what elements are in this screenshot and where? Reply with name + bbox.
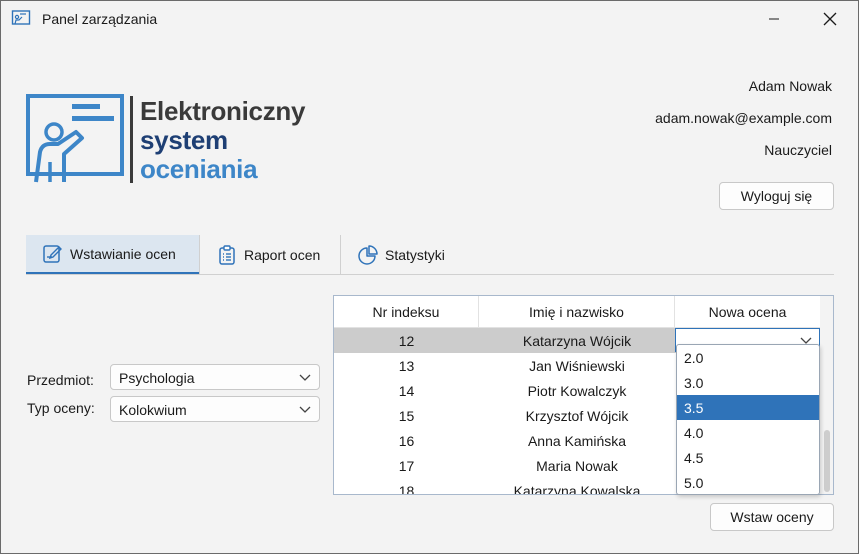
tab-underline — [26, 274, 834, 275]
scrollbar-thumb[interactable] — [824, 430, 830, 492]
cell-index: 15 — [398, 407, 415, 424]
user-role: Nauczyciel — [764, 142, 832, 158]
close-icon — [823, 12, 837, 26]
cell-index: 14 — [398, 382, 415, 399]
cell-index: 16 — [398, 432, 415, 449]
grade-type-value: Kolokwium — [119, 402, 187, 418]
clipboard-list-icon — [216, 244, 238, 266]
column-header-grade[interactable]: Nowa ocena — [675, 296, 820, 327]
cell-index: 18 — [398, 482, 415, 495]
logo-separator — [130, 96, 133, 183]
grade-type-label: Typ oceny: — [27, 400, 95, 416]
title-bar: Panel zarządzania — [1, 1, 858, 37]
grade-option-highlighted[interactable]: 3.5 — [677, 395, 819, 420]
logo-text-line3: oceniania — [140, 154, 258, 184]
cell-name: Katarzyna Kowalska — [513, 482, 641, 495]
grade-option[interactable]: 4.5 — [677, 445, 819, 470]
user-name: Adam Nowak — [748, 78, 832, 94]
tab-label: Raport ocen — [244, 247, 321, 263]
cell-name: Piotr Kowalczyk — [527, 382, 627, 399]
tab-statistics[interactable]: Statystyki — [341, 235, 461, 275]
cell-name: Maria Nowak — [536, 457, 618, 474]
grid-scrollbar[interactable] — [820, 296, 833, 494]
grade-option[interactable]: 4.0 — [677, 420, 819, 445]
grade-option[interactable]: 3.0 — [677, 370, 819, 395]
app-window: Panel zarządzania Elektroniczny system o… — [0, 0, 859, 554]
grid-header: Nr indeksu Imię i nazwisko Nowa ocena — [334, 296, 820, 327]
tab-label: Wstawianie ocen — [70, 245, 176, 262]
subject-label: Przedmiot: — [27, 372, 94, 388]
grade-type-select[interactable]: Kolokwium — [110, 396, 320, 422]
edit-document-icon — [42, 243, 64, 265]
close-button[interactable] — [807, 1, 853, 37]
logout-button[interactable]: Wyloguj się — [719, 182, 834, 210]
column-header-name[interactable]: Imię i nazwisko — [479, 296, 675, 327]
column-header-index[interactable]: Nr indeksu — [334, 296, 479, 327]
cell-index: 12 — [398, 332, 415, 349]
logo-text-line2: system — [140, 125, 228, 155]
user-email: adam.nowak@example.com — [655, 110, 832, 126]
logo-text-line1: Elektroniczny — [140, 96, 306, 126]
cell-name: Jan Wiśniewski — [529, 357, 625, 374]
tab-grade-entry[interactable]: Wstawianie ocen — [26, 235, 199, 275]
chevron-down-icon — [299, 374, 311, 381]
cell-index: 13 — [398, 357, 415, 374]
cell-name: Anna Kamińska — [527, 432, 627, 449]
tab-grade-report[interactable]: Raport ocen — [200, 235, 340, 275]
pie-chart-icon — [357, 244, 379, 266]
grade-dropdown-list[interactable]: 2.0 3.0 3.5 4.0 4.5 5.0 — [676, 344, 820, 495]
subject-value: Psychologia — [119, 370, 195, 386]
cell-index: 17 — [398, 457, 415, 474]
subject-select[interactable]: Psychologia — [110, 364, 320, 390]
cell-name: Katarzyna Wójcik — [522, 332, 632, 349]
grade-option[interactable]: 2.0 — [677, 345, 819, 370]
tab-label: Statystyki — [385, 247, 445, 263]
cell-name: Krzysztof Wójcik — [525, 407, 629, 424]
grade-option[interactable]: 5.0 — [677, 470, 819, 495]
minimize-button[interactable] — [751, 1, 797, 37]
app-logo-icon — [11, 9, 31, 29]
minimize-icon — [769, 18, 779, 20]
chevron-down-icon — [299, 406, 311, 413]
window-title: Panel zarządzania — [42, 11, 158, 27]
insert-grades-button[interactable]: Wstaw oceny — [710, 503, 834, 531]
tab-bar: Wstawianie ocen Raport ocen Statystyki — [26, 235, 834, 275]
